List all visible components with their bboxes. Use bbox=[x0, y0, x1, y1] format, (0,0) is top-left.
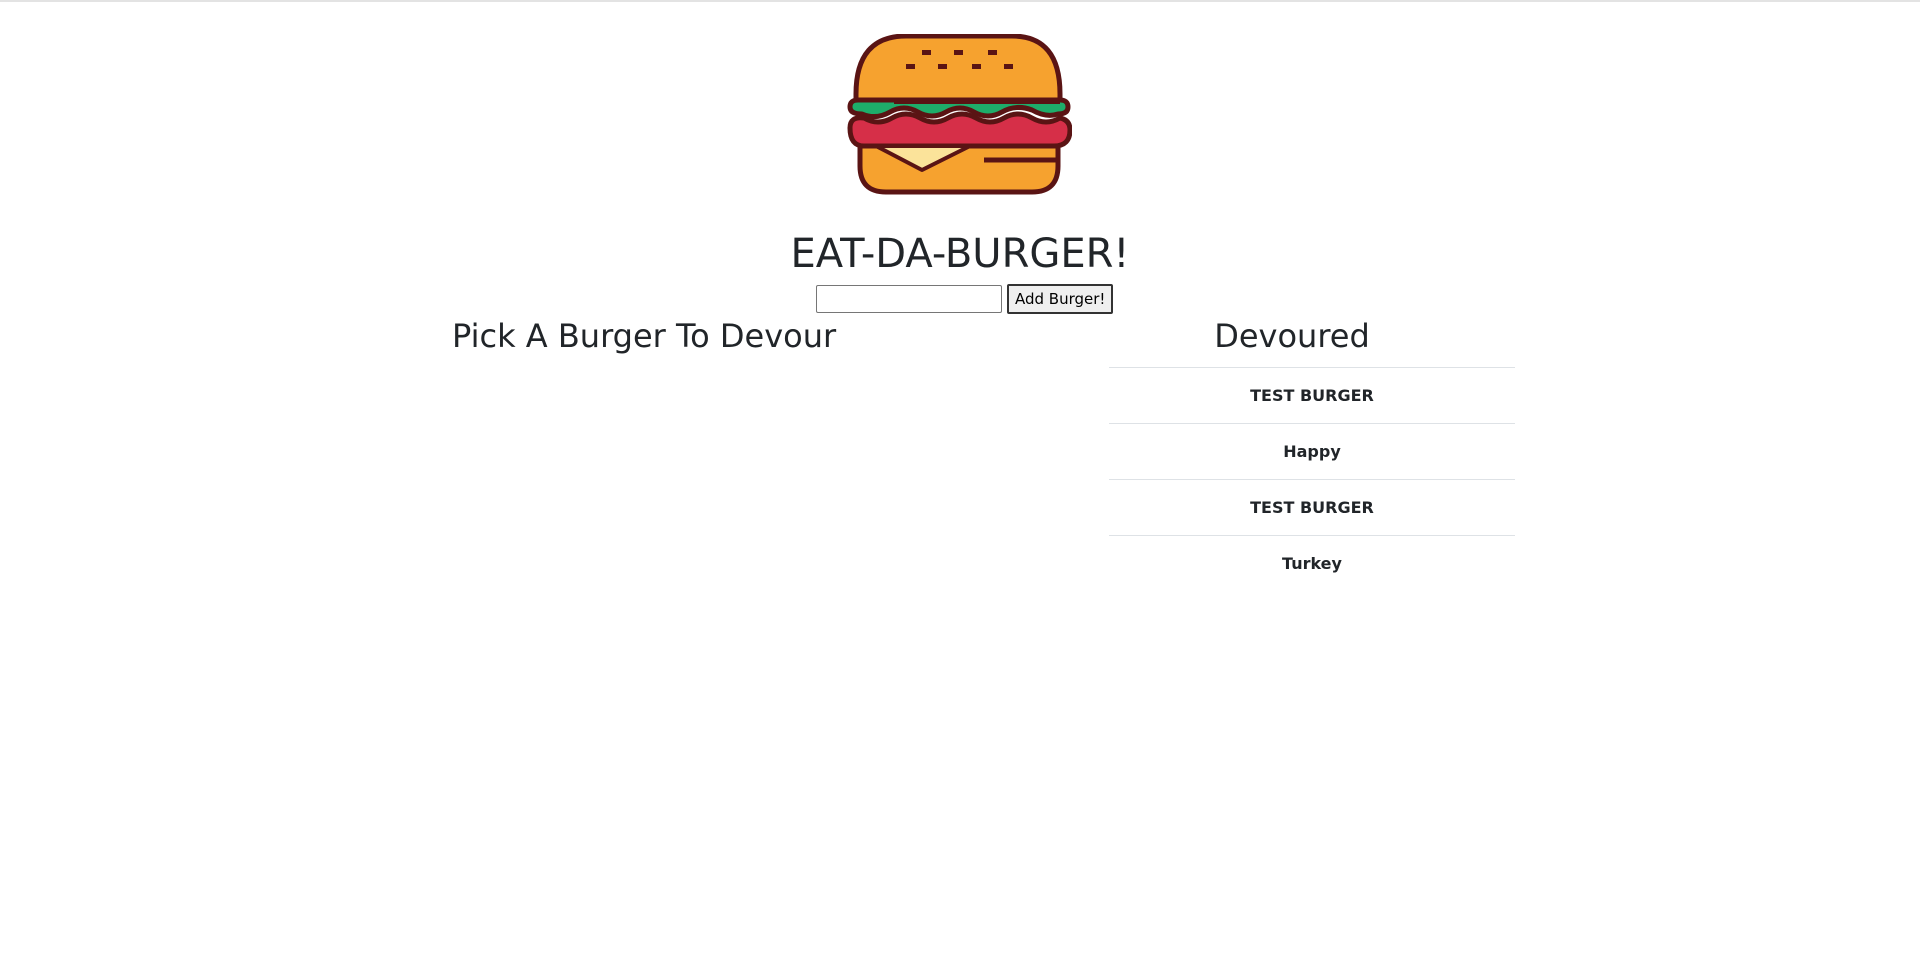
devoured-list: TEST BURGER Happy TEST BURGER Turkey bbox=[1109, 367, 1515, 591]
devoured-heading: Devoured bbox=[1214, 317, 1370, 355]
burger-name-input[interactable] bbox=[816, 285, 1002, 313]
devoured-item: Happy bbox=[1109, 423, 1515, 479]
page-title: EAT-DA-BURGER! bbox=[790, 231, 1130, 277]
devoured-item: Turkey bbox=[1109, 535, 1515, 591]
pick-burger-heading: Pick A Burger To Devour bbox=[452, 317, 837, 355]
hamburger-logo-icon bbox=[846, 34, 1072, 198]
add-burger-button[interactable]: Add Burger! bbox=[1007, 284, 1114, 314]
devoured-item: TEST BURGER bbox=[1109, 479, 1515, 535]
add-burger-form: Add Burger! bbox=[816, 284, 1114, 314]
devoured-item: TEST BURGER bbox=[1109, 367, 1515, 423]
top-border bbox=[0, 0, 1920, 2]
